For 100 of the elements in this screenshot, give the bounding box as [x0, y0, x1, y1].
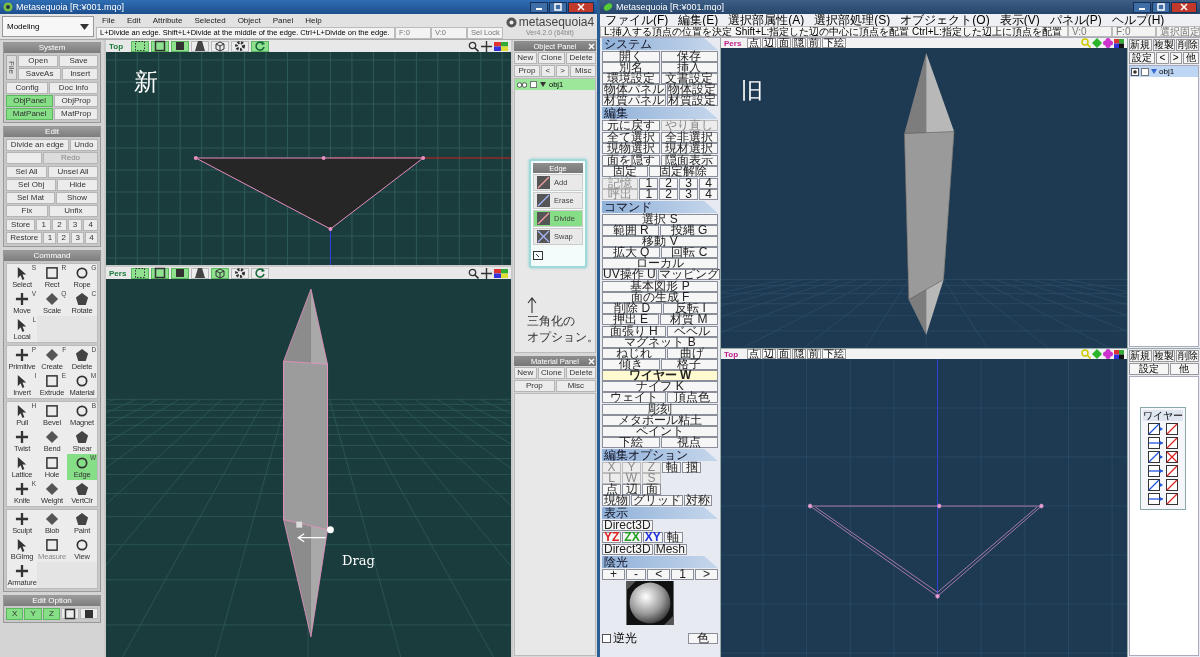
close-button[interactable]: [568, 1, 594, 13]
command-button[interactable]: Save: [59, 55, 98, 67]
command-button[interactable]: 2: [52, 219, 67, 231]
command-button[interactable]: MatProp: [54, 108, 98, 120]
command-button[interactable]: YZ: [602, 532, 622, 543]
command-button[interactable]: 現物選択: [602, 143, 660, 154]
command-button[interactable]: 傾き: [602, 359, 660, 370]
command-button[interactable]: 1: [639, 189, 659, 200]
command-button[interactable]: Config: [6, 82, 49, 94]
command-button[interactable]: Sel Mat: [6, 192, 56, 204]
command-button[interactable]: 反転 I: [663, 303, 718, 314]
command-button[interactable]: 固定解除: [648, 166, 718, 177]
command-button[interactable]: 隠面表示: [660, 155, 718, 166]
command-button[interactable]: 別名: [602, 62, 660, 73]
move-icon[interactable]: [481, 267, 492, 279]
view-tool-button[interactable]: [151, 40, 169, 52]
action-button[interactable]: 他: [1169, 363, 1199, 375]
view-tool-button[interactable]: [191, 267, 209, 279]
command-button[interactable]: 全て選択: [602, 132, 660, 143]
command-button[interactable]: Divide an edge: [6, 139, 69, 151]
icon-button[interactable]: [61, 608, 79, 619]
command-button[interactable]: ObjPanel: [6, 95, 54, 107]
wire-option-icon[interactable]: [1166, 465, 1178, 477]
view-tool-button[interactable]: [251, 267, 269, 279]
action-button[interactable]: >: [1169, 52, 1182, 64]
view-tool-button[interactable]: [211, 267, 229, 279]
eye-icon[interactable]: [1131, 67, 1139, 76]
command-button[interactable]: 対称: [684, 495, 712, 506]
wire-option-icon[interactable]: [1148, 465, 1164, 477]
maximize-button[interactable]: [549, 1, 567, 13]
menu-item[interactable]: 編集(E): [673, 14, 724, 26]
menu-item[interactable]: Edit: [120, 16, 147, 25]
mode-dropdown[interactable]: Modeling: [2, 16, 94, 37]
action-button[interactable]: Delete: [566, 367, 596, 379]
panel-icon[interactable]: [533, 251, 543, 260]
color-button[interactable]: 色: [688, 633, 718, 644]
command-button[interactable]: 基本図形 P: [602, 281, 718, 292]
command-button[interactable]: Direct3D: [602, 520, 653, 531]
menu-item[interactable]: パネル(P): [1044, 14, 1107, 26]
view-tool-button[interactable]: [211, 40, 229, 52]
action-button[interactable]: 複製: [1152, 350, 1176, 362]
action-button[interactable]: 設定: [1129, 363, 1169, 375]
move-icon[interactable]: [481, 40, 492, 52]
command-button[interactable]: マグネット B: [602, 337, 718, 348]
command-button[interactable]: +: [602, 569, 626, 580]
menu-item[interactable]: Help: [299, 16, 328, 25]
command-button[interactable]: 押出 E: [602, 314, 659, 325]
color-grid-icon[interactable]: [494, 268, 508, 278]
color-grid-icon[interactable]: [1114, 349, 1124, 359]
command-button[interactable]: MatPanel: [6, 108, 54, 120]
command-button[interactable]: 4: [85, 232, 98, 244]
command-button[interactable]: 材質設定: [666, 95, 718, 106]
command-button[interactable]: 3: [679, 189, 699, 200]
command-button[interactable]: 挿入: [660, 62, 718, 73]
action-button[interactable]: Delete: [566, 52, 596, 64]
action-button[interactable]: 他: [1182, 52, 1199, 64]
view-tool-button[interactable]: [191, 40, 209, 52]
action-button[interactable]: Prop: [514, 65, 540, 77]
color-grid-icon[interactable]: [494, 41, 508, 51]
command-button[interactable]: Doc Info: [49, 82, 98, 94]
view-tool-button[interactable]: [251, 40, 269, 52]
command-button[interactable]: ナイフ K: [602, 381, 718, 392]
command-button[interactable]: ねじれ: [602, 348, 666, 359]
action-button[interactable]: <: [1156, 52, 1169, 64]
command-button[interactable]: 点: [602, 484, 621, 495]
command-button[interactable]: Open: [18, 55, 59, 67]
action-button[interactable]: New: [514, 52, 537, 64]
command-button[interactable]: 範囲 R: [602, 225, 660, 236]
clover-icon[interactable]: [1103, 38, 1113, 48]
command-button[interactable]: 材質パネル: [602, 95, 666, 106]
close-button[interactable]: [1171, 1, 1197, 13]
command-button[interactable]: SaveAs: [18, 68, 62, 80]
command-button[interactable]: 1: [671, 569, 694, 580]
command-button[interactable]: グリッド: [631, 495, 683, 506]
action-button[interactable]: Misc: [570, 65, 596, 77]
command-button[interactable]: 下絵: [602, 437, 660, 448]
command-button[interactable]: Unfix: [48, 205, 98, 217]
minimize-button[interactable]: [530, 1, 548, 13]
command-button[interactable]: 軸: [663, 532, 683, 543]
command-button[interactable]: >: [694, 569, 718, 580]
wire-option-icon[interactable]: [1148, 423, 1164, 435]
command-button[interactable]: 移動 V: [602, 236, 718, 247]
command-button[interactable]: Insert: [62, 68, 98, 80]
command-button[interactable]: 1: [639, 178, 659, 189]
menu-item[interactable]: Panel: [266, 16, 300, 25]
menu-item[interactable]: 表示(V): [994, 14, 1045, 26]
command-button[interactable]: 面を隠す: [602, 155, 660, 166]
command-button[interactable]: 固定: [602, 166, 648, 177]
checkbox-icon[interactable]: [530, 81, 537, 88]
command-button[interactable]: 保存: [660, 51, 718, 62]
maximize-button[interactable]: [1152, 1, 1170, 13]
command-button[interactable]: 4: [699, 178, 718, 189]
command-button[interactable]: 2: [659, 189, 679, 200]
object-row[interactable]: obj1: [1130, 66, 1198, 77]
view-tool-button[interactable]: [171, 267, 189, 279]
command-button[interactable]: -: [626, 569, 647, 580]
menu-item[interactable]: ファイル(F): [600, 14, 674, 26]
command-button[interactable]: 頂点色: [666, 392, 718, 403]
command-button[interactable]: 視点: [660, 437, 718, 448]
view-tool-button[interactable]: [131, 267, 149, 279]
